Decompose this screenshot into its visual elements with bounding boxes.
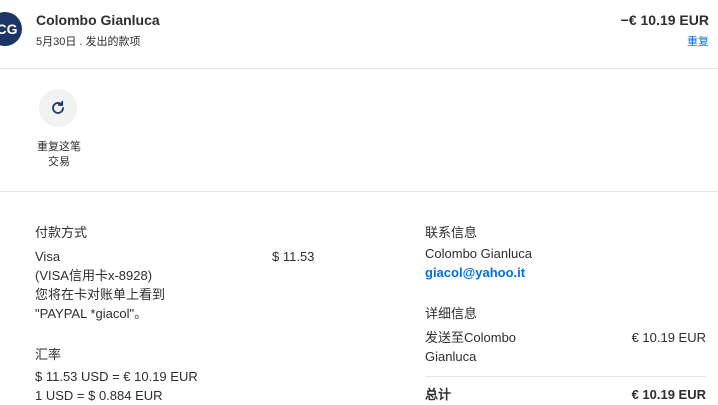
actions-divider bbox=[0, 191, 718, 192]
send-to-line2: Gianluca bbox=[425, 349, 477, 364]
contact-email-link[interactable]: giacol@yahoo.it bbox=[425, 263, 525, 282]
contact-name: Colombo Gianluca bbox=[425, 246, 532, 261]
header-divider bbox=[0, 68, 718, 69]
repeat-label-line1: 重复这笔 bbox=[37, 141, 81, 153]
repeat-label-line2: 交易 bbox=[48, 156, 70, 168]
exchange-line2: 1 USD = $ 0.884 EUR bbox=[35, 388, 163, 403]
contact-heading: 联系信息 bbox=[425, 225, 478, 240]
exchange-line1: $ 11.53 USD = € 10.19 EUR bbox=[35, 369, 198, 384]
total-amount: € 10.19 EUR bbox=[631, 387, 706, 402]
payment-statement-line1: 您将在卡对账单上看到 bbox=[35, 287, 166, 302]
total-label: 总计 bbox=[425, 387, 452, 402]
send-amount: € 10.19 EUR bbox=[631, 330, 706, 345]
payment-amount: $ 11.53 bbox=[272, 249, 315, 264]
payment-statement-line2: "PAYPAL *giacol"。 bbox=[35, 306, 148, 321]
payment-card: (VISA信用卡x-8928) bbox=[35, 268, 153, 283]
refresh-icon bbox=[52, 100, 64, 114]
payment-heading: 付款方式 bbox=[35, 225, 88, 240]
details-heading: 详细信息 bbox=[425, 306, 478, 321]
total-divider bbox=[425, 376, 706, 377]
send-to-line1: 发送至Colombo bbox=[425, 330, 517, 345]
exchange-heading: 汇率 bbox=[35, 347, 62, 362]
repeat-transaction-label: 重复这笔 交易 bbox=[28, 140, 90, 170]
payment-method: Visa bbox=[35, 249, 61, 264]
avatar-initials: CG bbox=[0, 21, 18, 37]
repeat-link[interactable]: 重复 bbox=[687, 33, 709, 49]
repeat-transaction-button[interactable] bbox=[39, 89, 77, 127]
transaction-subtitle: 5月30日 . 发出的款项 bbox=[36, 36, 141, 48]
avatar: CG bbox=[0, 12, 22, 46]
recipient-name: Colombo Gianluca bbox=[36, 12, 160, 28]
transaction-amount: −€ 10.19 EUR bbox=[620, 12, 709, 28]
